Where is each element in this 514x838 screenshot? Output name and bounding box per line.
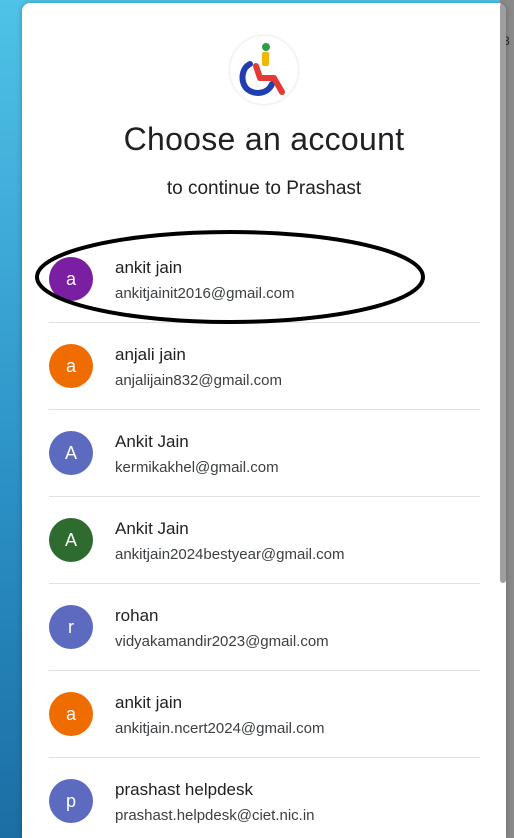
account-name: Ankit Jain [115,519,189,538]
avatar: a [49,344,93,388]
account-row[interactable]: a ankit jain ankitjainit2016@gmail.com [22,236,506,323]
account-name: anjali jain [115,345,186,364]
avatar: A [49,431,93,475]
account-name: Ankit Jain [115,432,189,451]
account-email: ankitjainit2016@gmail.com [115,285,295,302]
dialog-subtitle: to continue to Prashast [166,178,362,199]
avatar: A [49,518,93,562]
account-row[interactable]: r rohan vidyakamandir2023@gmail.com [22,584,506,671]
account-row[interactable]: A Ankit Jain kermikakhel@gmail.com [22,410,506,497]
account-row[interactable]: p prashast helpdesk prashast.helpdesk@ci… [22,758,506,838]
avatar: a [49,257,93,301]
account-row[interactable]: A Ankit Jain ankitjain2024bestyear@gmail… [22,497,506,584]
account-row[interactable]: a anjali jain anjalijain832@gmail.com [22,323,506,410]
account-name: ankit jain [115,258,183,277]
avatar: r [49,605,93,649]
account-email: vidyakamandir2023@gmail.com [115,633,329,650]
account-name: ankit jain [115,693,183,712]
dialog-title: Choose an account [123,121,405,157]
account-row[interactable]: a ankit jain ankitjain.ncert2024@gmail.c… [22,671,506,758]
account-chooser-dialog: Choose an account to continue to Prashas… [22,3,506,838]
avatar: a [49,692,93,736]
account-email: ankitjain2024bestyear@gmail.com [115,546,345,563]
scrollbar[interactable] [500,3,506,583]
account-email: kermikakhel@gmail.com [115,459,279,476]
account-list: a ankit jain ankitjainit2016@gmail.com a… [22,236,506,838]
account-name: prashast helpdesk [115,780,253,799]
account-email: anjalijain832@gmail.com [115,372,282,389]
account-email: prashast.helpdesk@ciet.nic.in [115,807,315,824]
avatar: p [49,779,93,823]
account-email: ankitjain.ncert2024@gmail.com [115,720,325,737]
prashast-logo [230,36,298,104]
wheelchair-logo-icon [239,43,285,96]
account-name: rohan [115,606,159,625]
